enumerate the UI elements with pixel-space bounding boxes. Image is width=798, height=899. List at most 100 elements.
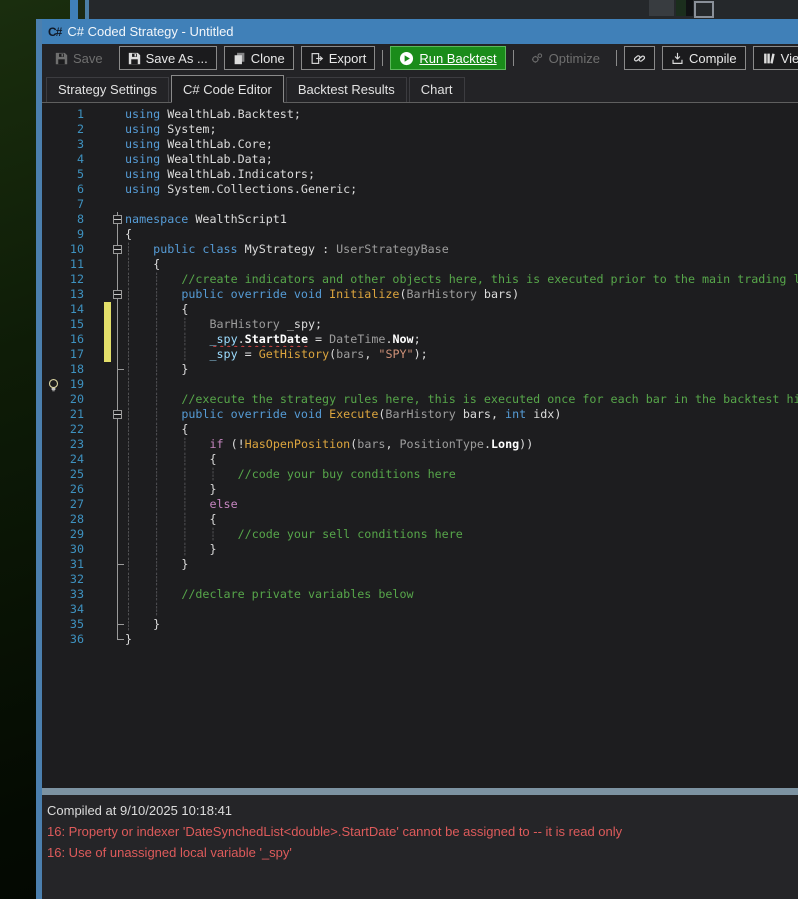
code-text: using WealthLab.Data; [125, 152, 273, 167]
title-bar[interactable]: C# C# Coded Strategy - Untitled [42, 19, 798, 44]
code-line[interactable]: 6using System.Collections.Generic; [42, 182, 798, 197]
code-line[interactable]: 2using System; [42, 122, 798, 137]
view-quickref-button[interactable]: View QuickRef [753, 46, 798, 70]
code-line[interactable]: 24┊ ┊ ┊ { [42, 452, 798, 467]
optimize-button-label: Optimize [549, 51, 600, 66]
gutter-cell [42, 557, 64, 572]
code-text: ┊ ┊ [125, 602, 181, 617]
code-line[interactable]: 5using WealthLab.Indicators; [42, 167, 798, 182]
gutter-cell [42, 602, 64, 617]
gutter-spacer [84, 377, 104, 392]
toolbar-separator [382, 50, 383, 66]
code-editor[interactable]: 1using WealthLab.Backtest;2using System;… [42, 103, 798, 788]
code-line[interactable]: 32┊ ┊ [42, 572, 798, 587]
code-text: { [125, 227, 132, 242]
line-number: 7 [64, 197, 84, 212]
change-bar-cell [104, 122, 111, 137]
gutter-cell [42, 467, 64, 482]
gutter-cell [42, 632, 64, 647]
fold-column-cell [111, 197, 125, 212]
compile-button[interactable]: Compile [662, 46, 746, 70]
gutter-spacer [84, 137, 104, 152]
code-line[interactable]: 26┊ ┊ ┊ } [42, 482, 798, 497]
gutter-cell [42, 452, 64, 467]
code-line[interactable]: 13┊ ┊ public override void Initialize(Ba… [42, 287, 798, 302]
toolbar-separator [513, 50, 514, 66]
code-line[interactable]: 21┊ ┊ public override void Execute(BarHi… [42, 407, 798, 422]
gutter-spacer [84, 107, 104, 122]
change-bar-cell [104, 497, 111, 512]
code-line[interactable]: 27┊ ┊ ┊ else [42, 497, 798, 512]
code-line[interactable]: 19┊ ┊ [42, 377, 798, 392]
line-number: 3 [64, 137, 84, 152]
code-line[interactable]: 12┊ ┊ //create indicators and other obje… [42, 272, 798, 287]
tab-code-editor[interactable]: C# Code Editor [171, 75, 284, 103]
gutter-spacer [84, 482, 104, 497]
fold-column-cell [111, 482, 125, 497]
gutter-spacer [84, 617, 104, 632]
code-line[interactable]: 20┊ ┊ //execute the strategy rules here,… [42, 392, 798, 407]
code-text: ┊ ┊ ┊ { [125, 512, 217, 527]
link-button[interactable] [624, 46, 655, 70]
compiler-error-line[interactable]: 16: Property or indexer 'DateSynchedList… [47, 821, 798, 842]
code-line[interactable]: 36} [42, 632, 798, 647]
code-line[interactable]: 23┊ ┊ ┊ if (!HasOpenPosition(bars, Posit… [42, 437, 798, 452]
change-bar-cell [104, 542, 111, 557]
code-line[interactable]: 14┊ ┊ { [42, 302, 798, 317]
code-line[interactable]: 3using WealthLab.Core; [42, 137, 798, 152]
code-line[interactable]: 25┊ ┊ ┊ ┊ //code your buy conditions her… [42, 467, 798, 482]
code-line[interactable]: 28┊ ┊ ┊ { [42, 512, 798, 527]
compiler-message-panel: Compiled at 9/10/2025 10:18:41 16: Prope… [42, 795, 798, 899]
code-line[interactable]: 16┊ ┊ ┊ _spy.StartDate = DateTime.Now; [42, 332, 798, 347]
clone-icon [233, 52, 246, 65]
gutter-spacer [84, 302, 104, 317]
code-line[interactable]: 33┊ ┊ //declare private variables below [42, 587, 798, 602]
code-line[interactable]: 1using WealthLab.Backtest; [42, 107, 798, 122]
run-backtest-button[interactable]: Run Backtest [390, 46, 505, 70]
change-bar-cell [104, 212, 111, 227]
fold-column-cell [111, 422, 125, 437]
tab-chart[interactable]: Chart [409, 77, 465, 102]
code-text: ┊ ┊ //create indicators and other object… [125, 272, 798, 287]
gutter-cell [42, 257, 64, 272]
change-bar-cell [104, 602, 111, 617]
tab-backtest-results[interactable]: Backtest Results [286, 77, 407, 102]
gutter-cell [42, 437, 64, 452]
code-line[interactable]: 29┊ ┊ ┊ ┊ //code your sell conditions he… [42, 527, 798, 542]
code-line[interactable]: 9{ [42, 227, 798, 242]
gutter-cell [42, 512, 64, 527]
fold-column-cell [111, 122, 125, 137]
save-as-button-label: Save As ... [146, 51, 208, 66]
gutter-spacer [84, 497, 104, 512]
fold-collapse-marker[interactable] [111, 407, 125, 422]
code-line[interactable]: 17┊ ┊ ┊ _spy = GetHistory(bars, "SPY"); [42, 347, 798, 362]
code-line[interactable]: 34┊ ┊ [42, 602, 798, 617]
code-line[interactable]: 35┊ } [42, 617, 798, 632]
code-line[interactable]: 18┊ ┊ } [42, 362, 798, 377]
tab-strategy-settings[interactable]: Strategy Settings [46, 77, 169, 102]
clone-button[interactable]: Clone [224, 46, 294, 70]
fold-collapse-marker[interactable] [111, 212, 125, 227]
line-number: 16 [64, 332, 84, 347]
code-line[interactable]: 7 [42, 197, 798, 212]
code-line[interactable]: 8namespace WealthScript1 [42, 212, 798, 227]
gutter-spacer [84, 197, 104, 212]
code-line[interactable]: 22┊ ┊ { [42, 422, 798, 437]
gutter-spacer [84, 437, 104, 452]
code-line[interactable]: 11┊ { [42, 257, 798, 272]
gutter-spacer [84, 272, 104, 287]
export-button[interactable]: Export [301, 46, 376, 70]
code-text: ┊ ┊ ┊ _spy = GetHistory(bars, "SPY"); [125, 347, 428, 362]
fold-collapse-marker[interactable] [111, 287, 125, 302]
code-line[interactable]: 31┊ ┊ } [42, 557, 798, 572]
gutter-cell [42, 182, 64, 197]
change-bar-cell [104, 152, 111, 167]
code-line[interactable]: 10┊ public class MyStrategy : UserStrate… [42, 242, 798, 257]
fold-collapse-marker[interactable] [111, 242, 125, 257]
code-line[interactable]: 4using WealthLab.Data; [42, 152, 798, 167]
save-as-button[interactable]: Save As ... [119, 46, 217, 70]
code-line[interactable]: 30┊ ┊ ┊ } [42, 542, 798, 557]
compiler-error-line[interactable]: 16: Use of unassigned local variable '_s… [47, 842, 798, 863]
panel-splitter[interactable] [42, 788, 798, 795]
code-line[interactable]: 15┊ ┊ ┊ BarHistory _spy; [42, 317, 798, 332]
